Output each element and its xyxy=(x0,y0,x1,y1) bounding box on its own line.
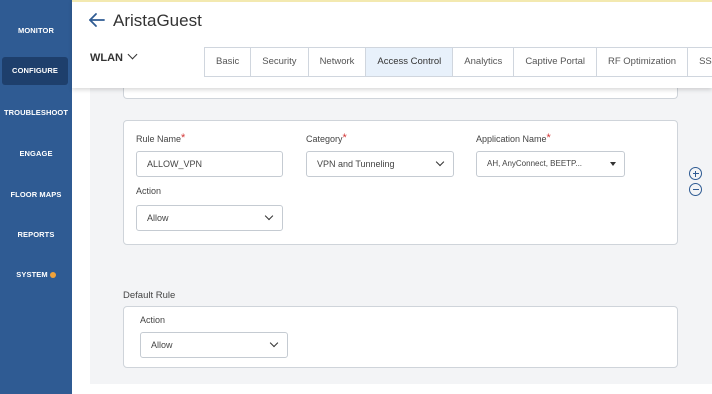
main-content: Rule Name* ALLOW_VPN Category* VPN and T… xyxy=(90,78,712,384)
sidebar-item-configure[interactable]: CONFIGURE xyxy=(2,57,68,85)
chevron-down-icon xyxy=(127,49,138,60)
application-name-label: Application Name* xyxy=(476,132,551,144)
default-rule-title: Default Rule xyxy=(123,290,176,301)
sidebar-item-monitor[interactable]: MONITOR xyxy=(0,26,72,35)
action-label: Action xyxy=(136,186,162,196)
chevron-down-icon xyxy=(435,157,445,167)
rule-card: Rule Name* ALLOW_VPN Category* VPN and T… xyxy=(123,120,678,245)
page-header: AristaGuest WLAN Basic Security Network … xyxy=(72,0,712,88)
tab-basic[interactable]: Basic xyxy=(205,48,252,76)
tab-access-control[interactable]: Access Control xyxy=(366,48,454,76)
tab-captive-portal[interactable]: Captive Portal xyxy=(514,48,597,76)
action-value: Allow xyxy=(147,213,169,223)
sidebar-item-engage[interactable]: ENGAGE xyxy=(0,149,72,158)
caret-down-icon xyxy=(610,162,616,166)
action-select[interactable]: Allow xyxy=(136,205,283,231)
sidebar-item-troubleshoot[interactable]: TROUBLESHOOT xyxy=(0,108,72,117)
sidebar-item-label: SYSTEM xyxy=(16,270,48,279)
tab-analytics[interactable]: Analytics xyxy=(453,48,515,76)
tab-rf-optimization[interactable]: RF Optimization xyxy=(597,48,689,76)
default-action-label: Action xyxy=(140,315,166,325)
sidebar-item-system[interactable]: SYSTEM xyxy=(0,270,72,279)
default-action-value: Allow xyxy=(151,340,173,350)
category-label: Category* xyxy=(306,132,347,144)
tab-security[interactable]: Security xyxy=(251,48,309,76)
application-name-value: AH, AnyConnect, BEETP... xyxy=(487,159,583,168)
chevron-down-icon xyxy=(264,211,274,221)
rule-name-label: Rule Name* xyxy=(136,132,186,144)
add-rule-button[interactable] xyxy=(689,167,702,180)
sidebar-nav: MONITOR CONFIGURE TROUBLESHOOT ENGAGE FL… xyxy=(0,0,72,394)
notification-dot-icon xyxy=(49,272,56,279)
arrow-left-icon[interactable] xyxy=(88,11,106,29)
application-name-select[interactable]: AH, AnyConnect, BEETP... xyxy=(476,151,625,177)
sidebar-item-reports[interactable]: REPORTS xyxy=(0,230,72,239)
tab-ssid-scheduling[interactable]: SSID S xyxy=(688,48,712,76)
tab-bar: Basic Security Network Access Control An… xyxy=(204,47,712,77)
default-rule-card: Action Allow xyxy=(123,306,678,368)
category-select[interactable]: VPN and Tunneling xyxy=(306,151,454,177)
category-value: VPN and Tunneling xyxy=(317,159,395,169)
chevron-down-icon xyxy=(269,338,279,348)
page-title: AristaGuest xyxy=(113,11,202,30)
wlan-selector-label: WLAN xyxy=(90,52,123,64)
default-action-select[interactable]: Allow xyxy=(140,332,288,358)
wlan-selector[interactable]: WLAN xyxy=(90,49,138,64)
rule-name-input[interactable]: ALLOW_VPN xyxy=(136,151,283,177)
sidebar-item-floor-maps[interactable]: FLOOR MAPS xyxy=(0,190,72,199)
remove-rule-button[interactable] xyxy=(689,183,702,196)
tab-network[interactable]: Network xyxy=(309,48,367,76)
